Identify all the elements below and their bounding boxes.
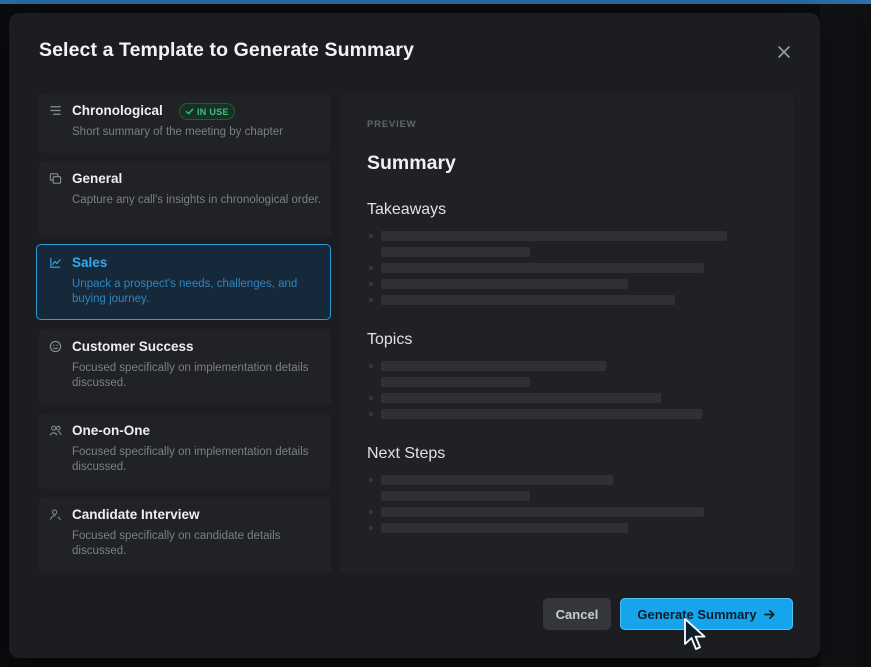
template-list: Chronological IN USE Short summary of th…: [36, 93, 333, 573]
template-item-candidate-interview[interactable]: Candidate Interview Focused specifically…: [39, 497, 331, 573]
list-lines-icon: [48, 103, 62, 117]
placeholder-bullet: [369, 364, 373, 368]
template-description: Unpack a prospect's needs, challenges, a…: [72, 278, 298, 305]
template-item-sales[interactable]: Sales Unpack a prospect's needs, challen…: [36, 244, 331, 320]
window-top-accent: [0, 0, 871, 4]
placeholder-bullet: [369, 396, 373, 400]
placeholder-bullet: [369, 282, 373, 286]
preview-label: PREVIEW: [367, 119, 417, 130]
in-use-badge: IN USE: [179, 103, 235, 120]
section-heading-topics: Topics: [367, 331, 413, 348]
placeholder-line: [381, 295, 675, 305]
dialog-title: Select a Template to Generate Summary: [39, 39, 415, 61]
template-dialog: Select a Template to Generate Summary Ch…: [9, 13, 820, 658]
badge-label: IN USE: [197, 106, 229, 117]
backdrop: [820, 4, 871, 667]
person-search-icon: [48, 507, 62, 521]
placeholder-bullet: [369, 478, 373, 482]
placeholder-line: [381, 475, 613, 485]
check-icon: [185, 108, 194, 115]
arrow-right-icon: [763, 609, 775, 619]
section-heading-takeaways: Takeaways: [367, 201, 447, 218]
preview-title: Summary: [367, 152, 456, 174]
cancel-button[interactable]: Cancel: [543, 598, 611, 630]
close-button[interactable]: [772, 40, 796, 64]
placeholder-line: [381, 279, 628, 289]
template-description: Short summary of the meeting by chapter: [72, 126, 283, 138]
cards-icon: [48, 171, 62, 185]
template-description: Capture any call's insights in chronolog…: [72, 194, 321, 206]
template-item-chronological[interactable]: Chronological IN USE Short summary of th…: [39, 93, 331, 153]
placeholder-line: [381, 491, 530, 501]
line-chart-icon: [48, 255, 62, 269]
placeholder-line: [381, 523, 628, 533]
placeholder-line: [381, 231, 727, 241]
placeholder-line: [381, 377, 530, 387]
template-item-one-on-one[interactable]: One-on-One Focused specifically on imple…: [39, 413, 331, 489]
template-title: Customer Success: [72, 339, 194, 354]
template-description: Focused specifically on implementation d…: [72, 446, 309, 473]
placeholder-line: [381, 393, 661, 403]
template-title: Candidate Interview: [72, 507, 200, 522]
placeholder-bullet: [369, 412, 373, 416]
template-title: One-on-One: [72, 423, 150, 438]
placeholder-line: [381, 409, 702, 419]
placeholder-line: [381, 361, 606, 371]
template-title: Chronological: [72, 103, 163, 118]
template-description: Focused specifically on candidate detail…: [72, 530, 281, 557]
close-icon: [778, 46, 790, 58]
placeholder-bullet: [369, 234, 373, 238]
template-item-customer-success[interactable]: Customer Success Focused specifically on…: [39, 329, 331, 405]
section-heading-next-steps: Next Steps: [367, 445, 446, 462]
smiley-icon: [48, 339, 62, 353]
placeholder-bullet: [369, 298, 373, 302]
placeholder-bullet: [369, 510, 373, 514]
mouse-pointer-icon: [684, 618, 706, 650]
two-people-icon: [48, 423, 62, 437]
placeholder-bullet: [369, 526, 373, 530]
summary-preview: PREVIEW Summary Takeaways Topics Next St…: [340, 93, 793, 573]
template-title: General: [72, 171, 123, 186]
placeholder-line: [381, 263, 704, 273]
placeholder-line: [381, 247, 530, 257]
template-title: Sales: [72, 255, 108, 270]
placeholder-line: [381, 507, 704, 517]
placeholder-bullet: [369, 266, 373, 270]
template-item-general[interactable]: General Capture any call's insights in c…: [39, 161, 331, 237]
template-description: Focused specifically on implementation d…: [72, 362, 309, 389]
